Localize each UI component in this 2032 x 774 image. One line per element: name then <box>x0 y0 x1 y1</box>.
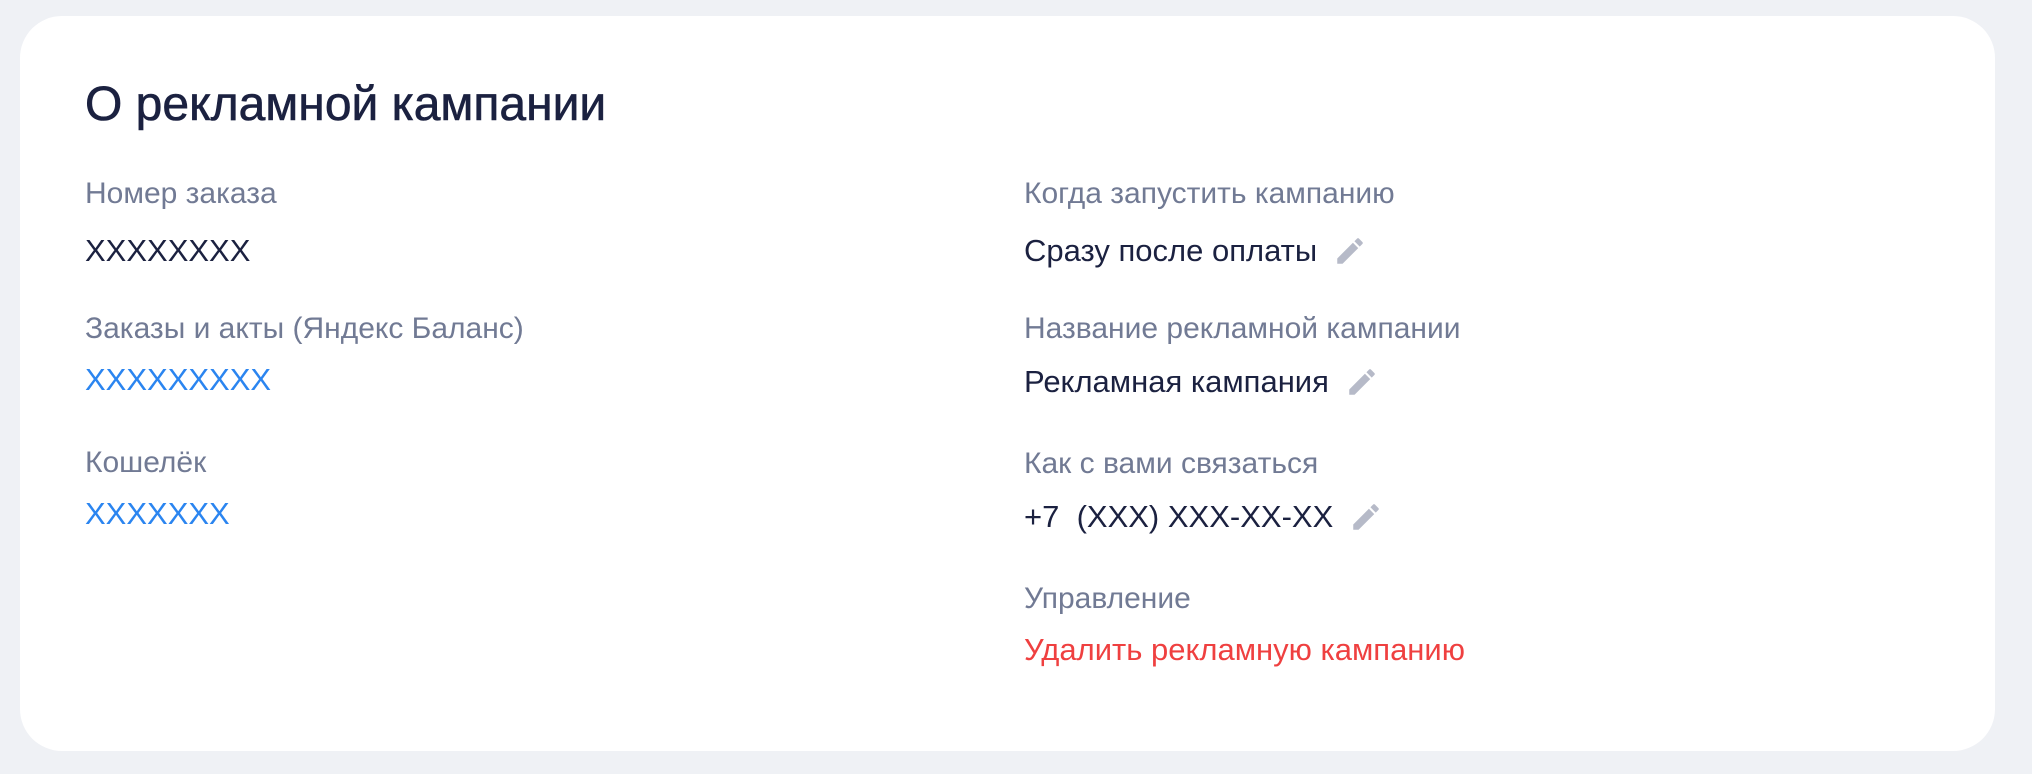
order-number-value: XXXXXXXX <box>85 233 251 268</box>
launch-value: Сразу после оплаты <box>1024 233 1318 268</box>
launch-label: Когда запустить кампанию <box>1024 177 1395 210</box>
contact-label: Как с вами связаться <box>1024 447 1319 480</box>
campaign-name-field: Название рекламной кампании Рекламная ка… <box>1024 311 1461 401</box>
order-number-label: Номер заказа <box>85 177 277 210</box>
wallet-field: Кошелёк XXXXXXX <box>85 445 230 533</box>
campaign-info-card: О рекламной кампании Номер заказа XXXXXX… <box>20 16 1995 751</box>
launch-value-row: Сразу после оплаты <box>1024 232 1395 270</box>
section-title: О рекламной кампании <box>85 78 607 132</box>
orders-acts-field: Заказы и акты (Яндекс Баланс) XXXXXXXXX <box>85 311 524 399</box>
campaign-name-value: Рекламная кампания <box>1024 364 1329 399</box>
contact-phone-value: +7 (XXX) XXX-XX-XX <box>1024 499 1334 534</box>
wallet-link[interactable]: XXXXXXX <box>85 495 230 533</box>
orders-acts-link[interactable]: XXXXXXXXX <box>85 361 524 399</box>
management-label: Управление <box>1024 582 1191 615</box>
campaign-name-value-row: Рекламная кампания <box>1024 363 1461 401</box>
launch-field: Когда запустить кампанию Сразу после опл… <box>1024 176 1395 270</box>
contact-value-row: +7 (XXX) XXX-XX-XX <box>1024 498 1383 536</box>
contact-field: Как с вами связаться +7 (XXX) XXX-XX-XX <box>1024 446 1383 536</box>
pencil-icon[interactable] <box>1349 500 1383 534</box>
pencil-icon[interactable] <box>1333 234 1367 268</box>
delete-campaign-link[interactable]: Удалить рекламную кампанию <box>1024 631 1465 669</box>
pencil-icon[interactable] <box>1345 365 1379 399</box>
management-field: Управление Удалить рекламную кампанию <box>1024 581 1465 669</box>
wallet-label: Кошелёк <box>85 446 207 479</box>
campaign-name-label: Название рекламной кампании <box>1024 312 1461 345</box>
orders-acts-label: Заказы и акты (Яндекс Баланс) <box>85 312 524 345</box>
order-number-field: Номер заказа XXXXXXXX <box>85 176 277 270</box>
